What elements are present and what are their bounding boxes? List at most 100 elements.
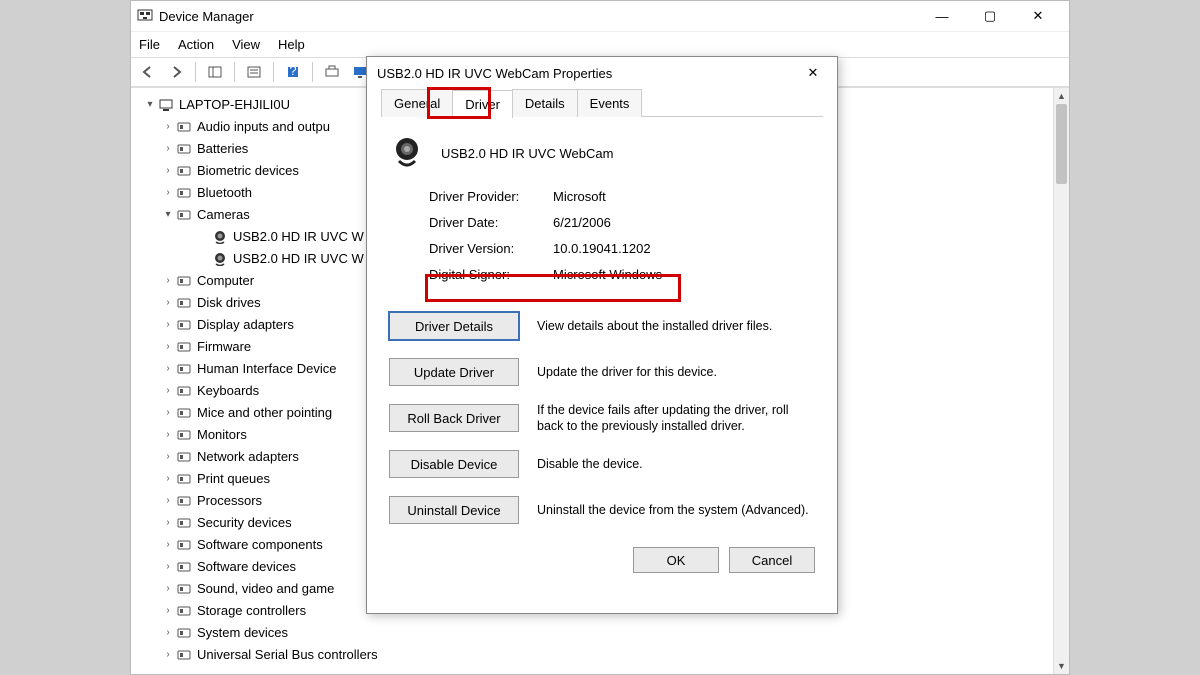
driver-info-table: Driver Provider:Microsoft Driver Date:6/… (381, 179, 823, 295)
tab-details[interactable]: Details (512, 89, 578, 117)
chevron-right-icon: › (161, 314, 175, 336)
menu-help[interactable]: Help (278, 37, 305, 52)
chevron-right-icon: › (161, 116, 175, 138)
webcam-icon (211, 251, 229, 267)
chevron-right-icon: › (161, 182, 175, 204)
toolbar-separator (195, 62, 196, 82)
uninstall-device-button[interactable]: Uninstall Device (389, 496, 519, 524)
device-category-icon (175, 625, 193, 641)
tree-item-label: Biometric devices (197, 160, 299, 182)
tab-general[interactable]: General (381, 89, 453, 117)
scroll-up-icon[interactable]: ▲ (1054, 88, 1069, 104)
menu-view[interactable]: View (232, 37, 260, 52)
tree-item-label: Keyboards (197, 380, 259, 402)
tab-driver[interactable]: Driver (452, 90, 513, 118)
chevron-right-icon: › (161, 446, 175, 468)
scroll-down-icon[interactable]: ▼ (1054, 658, 1069, 674)
show-hide-icon[interactable] (202, 60, 228, 84)
device-category-icon (175, 449, 193, 465)
toolbar-separator (234, 62, 235, 82)
tab-events[interactable]: Events (577, 89, 643, 117)
menu-file[interactable]: File (139, 37, 160, 52)
device-category-icon (175, 207, 193, 223)
tree-item-label: Batteries (197, 138, 248, 160)
scan-icon[interactable] (319, 60, 345, 84)
forward-button[interactable] (163, 60, 189, 84)
tree-item-label: System devices (197, 622, 288, 644)
chevron-right-icon: › (161, 534, 175, 556)
disable-device-button[interactable]: Disable Device (389, 450, 519, 478)
tree-item-label: Audio inputs and outpu (197, 116, 330, 138)
digital-signer-value: Microsoft Windows (553, 267, 662, 282)
chevron-right-icon: › (161, 578, 175, 600)
chevron-right-icon: › (161, 600, 175, 622)
device-category-icon (175, 559, 193, 575)
driver-provider-label: Driver Provider: (429, 189, 553, 204)
dialog-title: USB2.0 HD IR UVC WebCam Properties (377, 66, 799, 81)
device-category-icon (175, 405, 193, 421)
tree-item[interactable]: ›Universal Serial Bus controllers (143, 644, 1069, 666)
maximize-button[interactable]: ▢ (975, 5, 1005, 27)
chevron-right-icon: › (161, 402, 175, 424)
dialog-tabs: General Driver Details Events (381, 89, 823, 117)
svg-text:?: ? (289, 65, 296, 78)
driver-version-value: 10.0.19041.1202 (553, 241, 651, 256)
properties-dialog: USB2.0 HD IR UVC WebCam Properties ✕ Gen… (366, 56, 838, 614)
tree-item-label: Security devices (197, 512, 292, 534)
tree-item-label: Monitors (197, 424, 247, 446)
update-driver-button[interactable]: Update Driver (389, 358, 519, 386)
device-manager-icon (137, 8, 153, 24)
close-button[interactable]: ✕ (1023, 5, 1053, 27)
dialog-close-button[interactable]: ✕ (799, 61, 827, 85)
device-category-icon (175, 471, 193, 487)
computer-icon (157, 97, 175, 113)
tree-item-label: Network adapters (197, 446, 299, 468)
tree-item-label: Firmware (197, 336, 251, 358)
scrollbar-thumb[interactable] (1056, 104, 1067, 184)
tree-item-label: Software devices (197, 556, 296, 578)
properties-icon[interactable] (241, 60, 267, 84)
driver-details-description: View details about the installed driver … (537, 318, 815, 334)
chevron-right-icon: › (161, 270, 175, 292)
device-category-icon (175, 515, 193, 531)
chevron-right-icon: › (161, 138, 175, 160)
device-category-icon (175, 647, 193, 663)
webcam-icon (211, 229, 229, 245)
device-category-icon (175, 163, 193, 179)
driver-version-label: Driver Version: (429, 241, 553, 256)
menu-action[interactable]: Action (178, 37, 214, 52)
chevron-right-icon: › (161, 424, 175, 446)
chevron-right-icon: › (161, 490, 175, 512)
minimize-button[interactable]: — (927, 5, 957, 27)
chevron-right-icon: › (161, 556, 175, 578)
uninstall-device-description: Uninstall the device from the system (Ad… (537, 502, 815, 518)
device-category-icon (175, 427, 193, 443)
device-category-icon (175, 581, 193, 597)
back-button[interactable] (135, 60, 161, 84)
tree-item-label: USB2.0 HD IR UVC W (233, 248, 364, 270)
chevron-right-icon: › (161, 336, 175, 358)
chevron-right-icon: › (161, 292, 175, 314)
chevron-right-icon: › (161, 160, 175, 182)
device-category-icon (175, 185, 193, 201)
tree-item-label: Disk drives (197, 292, 261, 314)
update-driver-description: Update the driver for this device. (537, 364, 815, 380)
tree-item-label: Sound, video and game (197, 578, 334, 600)
tree-item[interactable]: ›System devices (143, 622, 1069, 644)
driver-provider-value: Microsoft (553, 189, 606, 204)
rollback-driver-description: If the device fails after updating the d… (537, 402, 815, 434)
help-icon[interactable]: ? (280, 60, 306, 84)
scrollbar-vertical[interactable]: ▲ ▼ (1053, 88, 1069, 674)
device-category-icon (175, 141, 193, 157)
device-category-icon (175, 339, 193, 355)
disable-device-description: Disable the device. (537, 456, 815, 472)
tree-item-label: Human Interface Device (197, 358, 336, 380)
titlebar: Device Manager — ▢ ✕ (131, 1, 1069, 31)
ok-button[interactable]: OK (633, 547, 719, 573)
device-category-icon (175, 317, 193, 333)
cancel-button[interactable]: Cancel (729, 547, 815, 573)
driver-details-button[interactable]: Driver Details (389, 312, 519, 340)
device-category-icon (175, 273, 193, 289)
rollback-driver-button[interactable]: Roll Back Driver (389, 404, 519, 432)
tree-root-label: LAPTOP-EHJILI0U (179, 94, 290, 116)
